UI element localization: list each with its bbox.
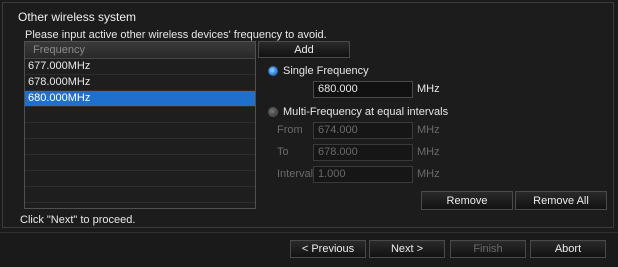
- single-frequency-option[interactable]: Single Frequency: [268, 65, 369, 77]
- interval-unit: MHz: [417, 168, 440, 180]
- previous-button[interactable]: < Previous: [290, 240, 366, 258]
- radio-off-icon[interactable]: [268, 107, 278, 117]
- proceed-hint: Click "Next" to proceed.: [20, 214, 136, 226]
- multi-frequency-option[interactable]: Multi-Frequency at equal intervals: [268, 106, 448, 118]
- single-frequency-label: Single Frequency: [283, 65, 369, 77]
- list-item-empty: [25, 123, 255, 139]
- list-item-empty: [25, 171, 255, 187]
- to-unit: MHz: [417, 146, 440, 158]
- list-item-selected[interactable]: 680.000MHz: [25, 91, 255, 107]
- radio-on-icon[interactable]: [268, 66, 278, 76]
- panel-title: Other wireless system: [18, 10, 137, 24]
- interval-input[interactable]: 1.000: [313, 166, 413, 183]
- from-input[interactable]: 674.000: [313, 122, 413, 139]
- list-item[interactable]: 677.000MHz: [25, 59, 255, 75]
- list-item[interactable]: 678.000MHz: [25, 75, 255, 91]
- list-item-empty: [25, 107, 255, 123]
- from-unit: MHz: [417, 124, 440, 136]
- remove-all-button[interactable]: Remove All: [515, 191, 607, 210]
- list-item-empty: [25, 139, 255, 155]
- multi-frequency-label: Multi-Frequency at equal intervals: [283, 106, 449, 118]
- to-input[interactable]: 678.000: [313, 144, 413, 161]
- single-frequency-unit: MHz: [417, 83, 440, 95]
- from-label: From: [277, 124, 303, 136]
- single-frequency-input[interactable]: 680.000: [313, 81, 413, 98]
- list-item-empty: [25, 155, 255, 171]
- to-label: To: [277, 146, 289, 158]
- interval-label: Interval: [277, 168, 314, 180]
- list-item-empty: [25, 187, 255, 203]
- panel-instruction: Please input active other wireless devic…: [25, 29, 327, 41]
- frequency-list[interactable]: Frequency 677.000MHz 678.000MHz 680.000M…: [24, 41, 256, 209]
- list-item-empty: [25, 203, 255, 208]
- finish-button[interactable]: Finish: [450, 240, 526, 258]
- next-button[interactable]: Next >: [369, 240, 445, 258]
- add-button[interactable]: Add: [258, 41, 350, 58]
- remove-button[interactable]: Remove: [421, 191, 513, 210]
- abort-button[interactable]: Abort: [530, 240, 606, 258]
- frequency-list-header: Frequency: [25, 42, 255, 59]
